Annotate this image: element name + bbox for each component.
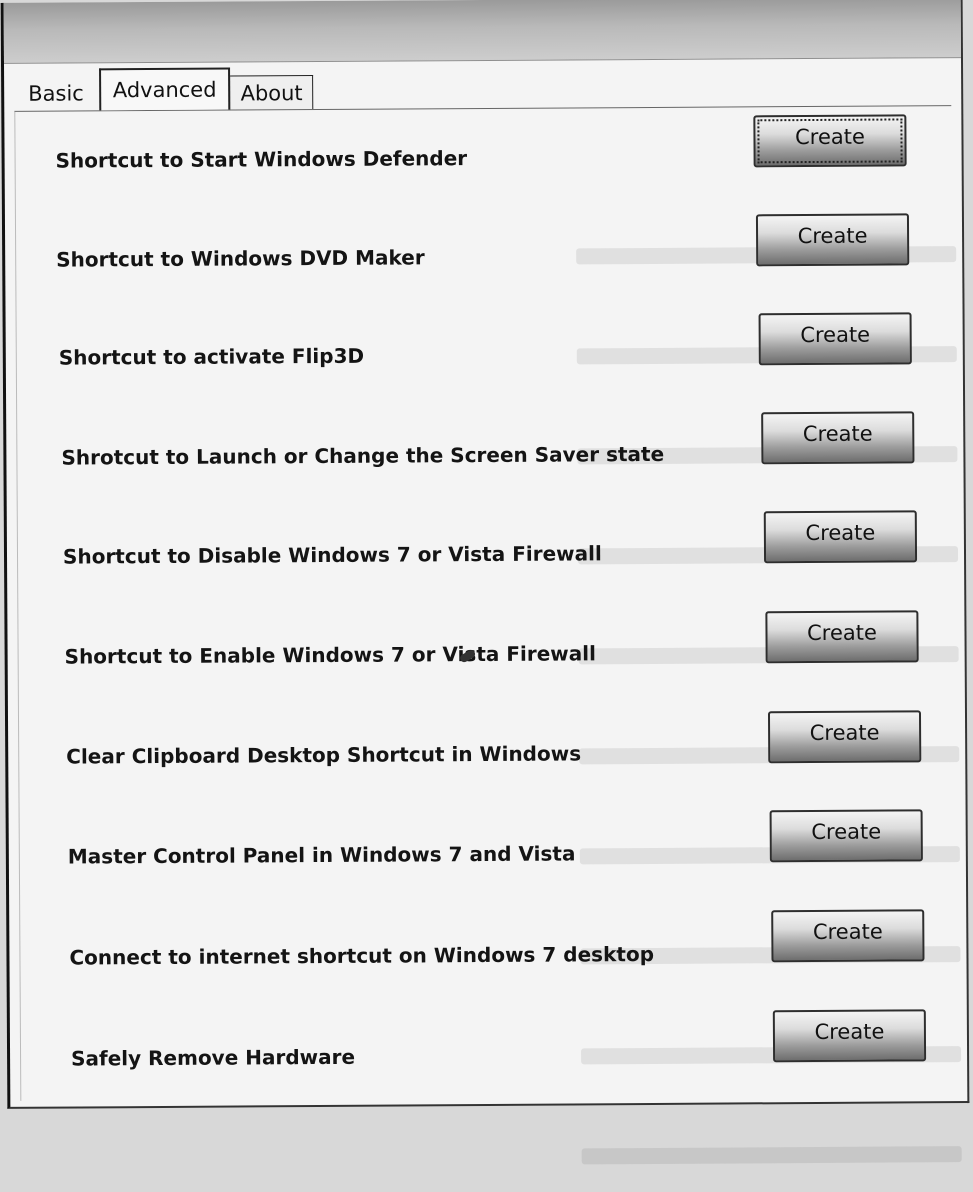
row-label-windows-defender: Shortcut to Start Windows Defender xyxy=(55,146,468,173)
tab-about[interactable]: About xyxy=(229,75,314,110)
tab-advanced[interactable]: Advanced xyxy=(98,67,231,111)
row-label-dvd-maker: Shortcut to Windows DVD Maker xyxy=(56,245,425,272)
tab-panel-advanced: Shortcut to Start Windows Defender Creat… xyxy=(14,105,962,1165)
tab-basic[interactable]: Basic xyxy=(18,76,100,110)
row-label-clear-clipboard: Clear Clipboard Desktop Shortcut in Wind… xyxy=(66,741,582,769)
create-button-flip3d[interactable]: Create xyxy=(758,312,912,366)
row-label-enable-firewall: Shortcut to Enable Windows 7 or Vista Fi… xyxy=(64,641,597,669)
row-label-safely-remove-hardware: Safely Remove Hardware xyxy=(71,1044,356,1071)
title-bar xyxy=(3,0,961,64)
create-button-connect-internet[interactable]: Create xyxy=(771,909,925,963)
create-button-master-control-panel[interactable]: Create xyxy=(769,809,923,863)
create-button-clear-clipboard[interactable]: Create xyxy=(767,710,922,764)
create-button-enable-firewall[interactable]: Create xyxy=(765,610,919,664)
app-window: Basic Advanced About Shortcut to Start W… xyxy=(0,0,970,1165)
row-label-master-control-panel: Master Control Panel in Windows 7 and Vi… xyxy=(67,841,576,869)
row-label-flip3d: Shortcut to activate Flip3D xyxy=(58,343,365,370)
create-button-windows-defender[interactable]: Create xyxy=(753,114,907,168)
create-button-disable-firewall[interactable]: Create xyxy=(763,510,918,564)
create-button-safely-remove-hardware[interactable]: Create xyxy=(772,1009,927,1063)
create-button-screen-saver[interactable]: Create xyxy=(761,411,915,465)
row-label-screen-saver: Shrotcut to Launch or Change the Screen … xyxy=(61,441,665,470)
tab-strip: Basic Advanced About xyxy=(18,65,314,111)
create-button-dvd-maker[interactable]: Create xyxy=(755,213,910,267)
row-label-connect-internet: Connect to internet shortcut on Windows … xyxy=(69,941,655,970)
row-label-disable-firewall: Shortcut to Disable Windows 7 or Vista F… xyxy=(62,541,602,569)
